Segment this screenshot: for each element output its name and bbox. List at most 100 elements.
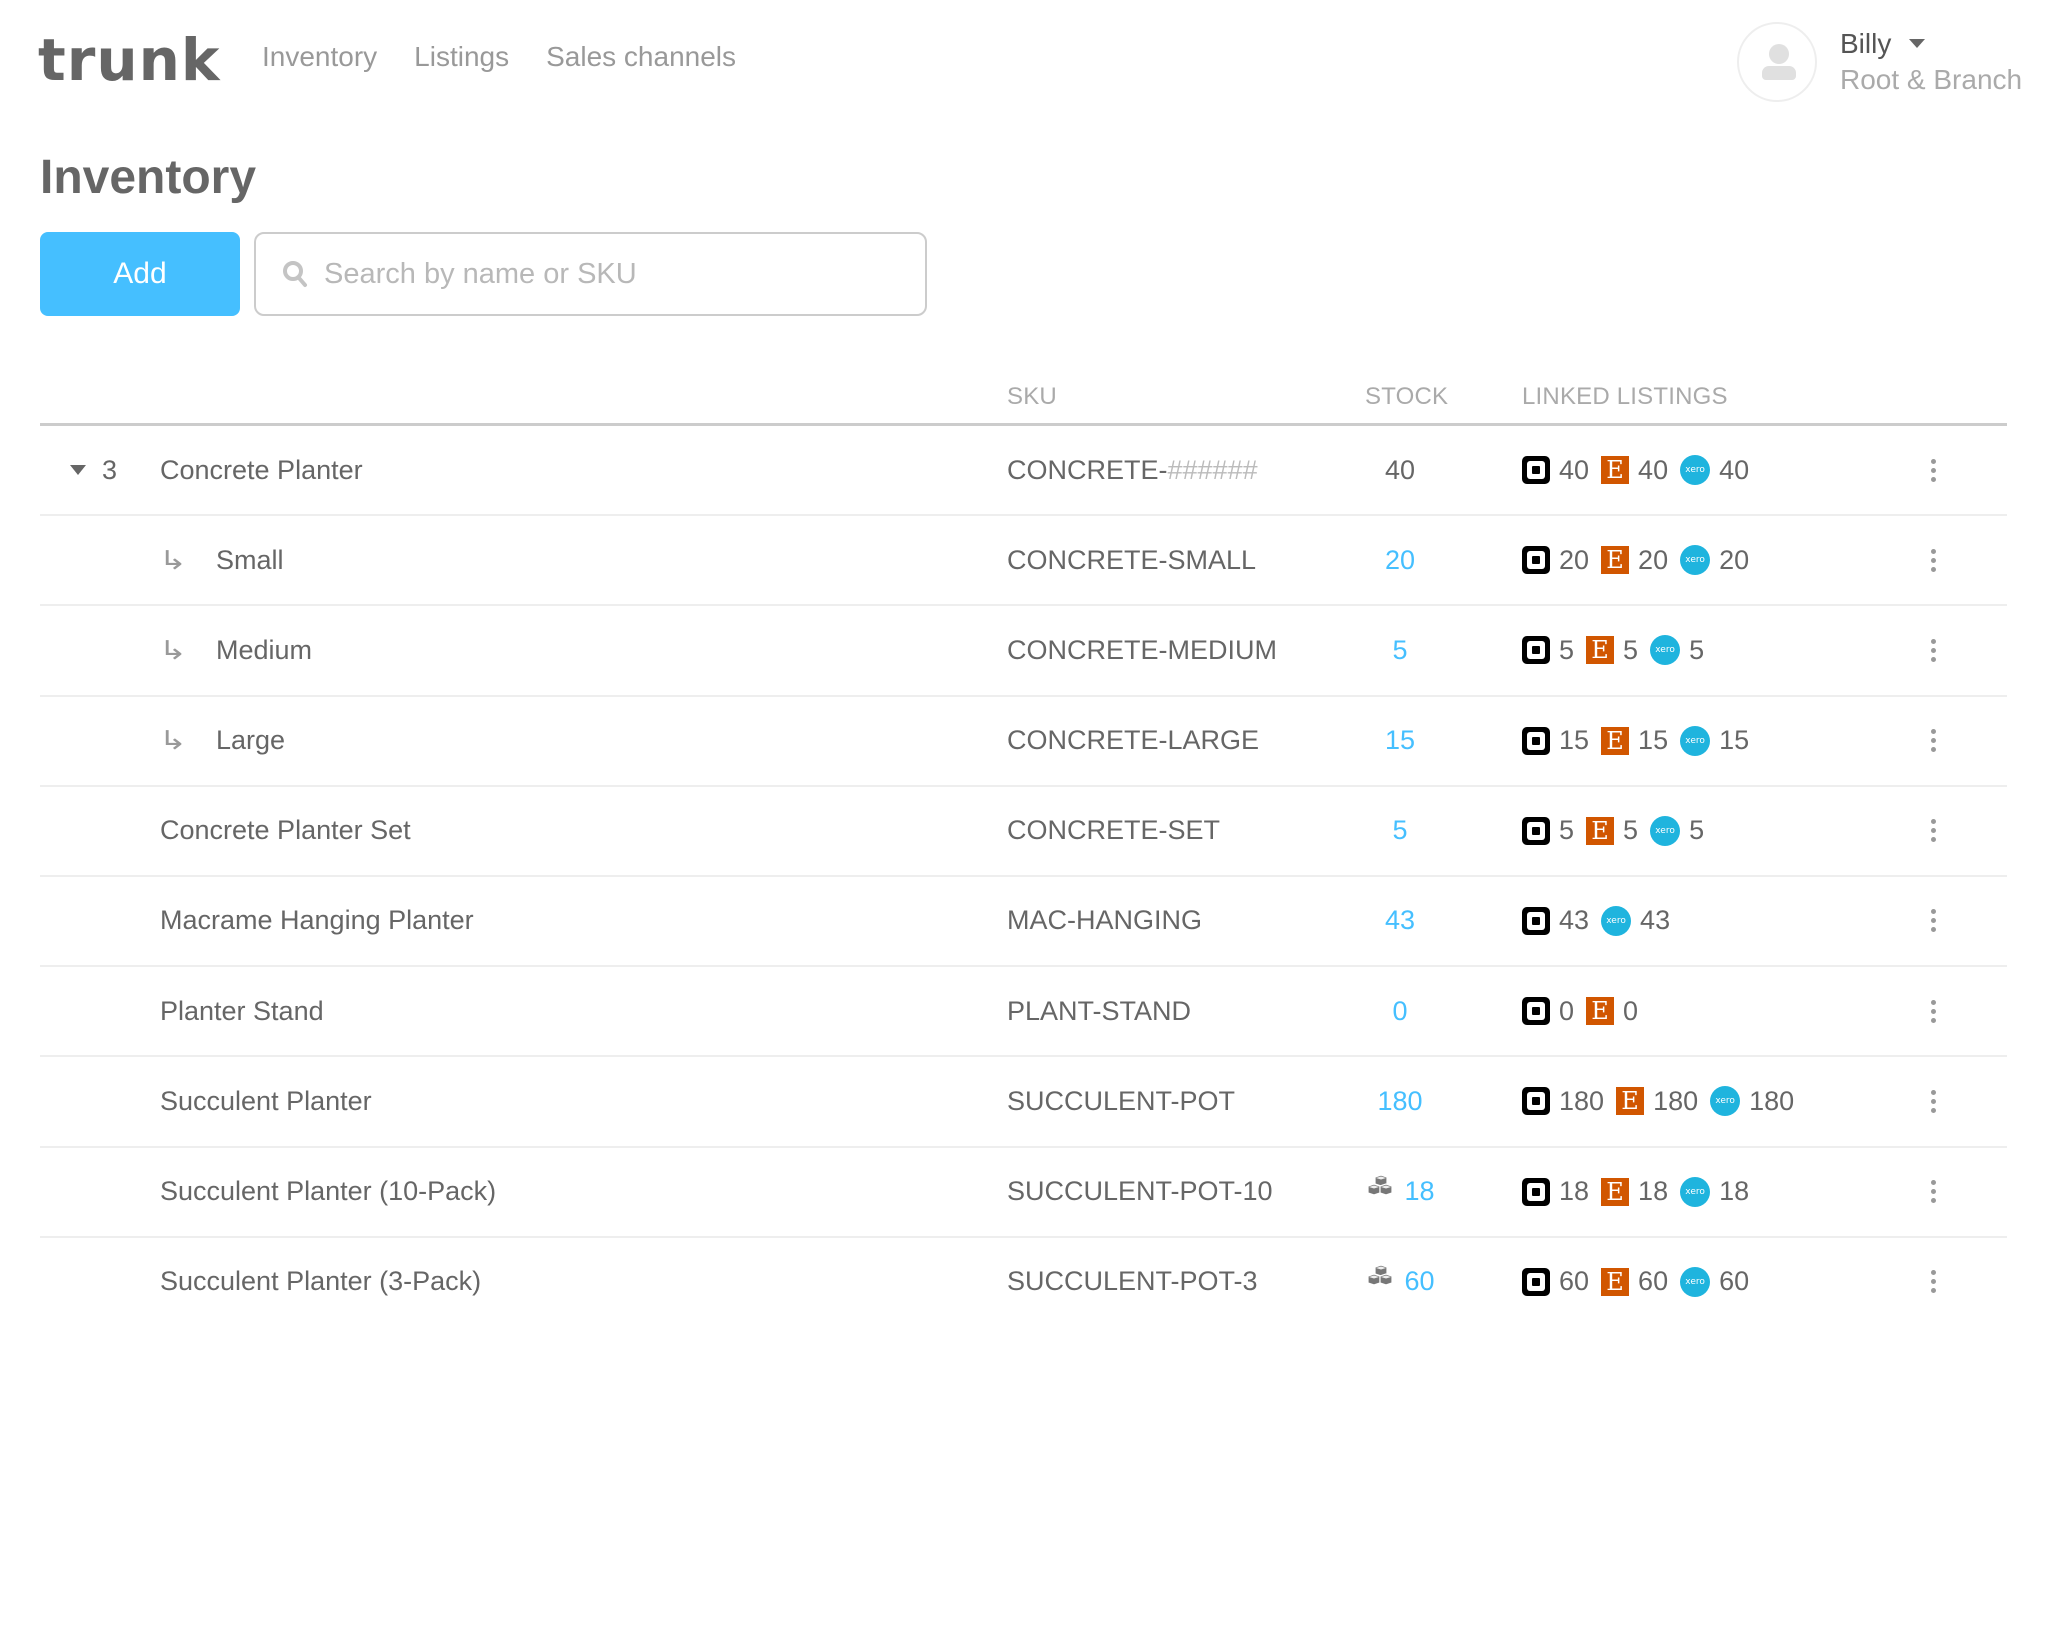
etsy-icon[interactable]: E <box>1586 997 1615 1026</box>
linked-listing-xero[interactable]: xero 18 <box>1680 1176 1749 1207</box>
linked-listing-etsy[interactable]: E 18 <box>1601 1176 1668 1207</box>
linked-listing-xero[interactable]: xero 43 <box>1601 905 1670 936</box>
xero-icon[interactable]: xero <box>1680 455 1711 485</box>
row-menu-button[interactable] <box>1923 787 1943 875</box>
user-menu[interactable]: Billy Root & Branch <box>1737 22 2022 102</box>
linked-listing-square[interactable]: 5 <box>1522 815 1574 846</box>
item-name[interactable]: Succulent Planter (3-Pack) <box>160 1238 481 1326</box>
etsy-icon[interactable]: E <box>1601 1177 1630 1206</box>
square-pos-icon[interactable] <box>1522 546 1550 575</box>
etsy-icon[interactable]: E <box>1616 1087 1645 1116</box>
variant-row[interactable]: ↳ Small CONCRETE-SMALL 20 20 E 20 xero 20 <box>40 516 2007 607</box>
variant-row[interactable]: ↳ Large CONCRETE-LARGE 15 15 E 15 xero 15 <box>40 697 2007 787</box>
caret-down-icon[interactable] <box>1909 38 1926 48</box>
etsy-icon[interactable]: E <box>1601 1267 1630 1296</box>
stock-value[interactable]: 5 <box>1392 815 1407 846</box>
etsy-icon[interactable]: E <box>1586 816 1615 845</box>
item-name[interactable]: Macrame Hanging Planter <box>160 877 474 965</box>
caret-down-icon[interactable] <box>70 465 86 475</box>
table-row[interactable]: Succulent Planter (10-Pack) SUCCULENT-POT… <box>40 1148 2007 1238</box>
row-menu-button[interactable] <box>1923 697 1943 785</box>
linked-listing-etsy[interactable]: E 40 <box>1601 455 1668 486</box>
linked-listing-etsy[interactable]: E5 <box>1586 635 1638 666</box>
nav-inventory[interactable]: Inventory <box>262 38 377 76</box>
user-name-toggle[interactable]: Billy <box>1840 26 2022 62</box>
stock-value[interactable]: 15 <box>1385 725 1415 756</box>
item-name[interactable]: Concrete Planter Set <box>160 787 411 875</box>
row-menu-button[interactable] <box>1923 426 1943 514</box>
linked-listing-etsy[interactable]: E 15 <box>1601 725 1668 756</box>
item-name[interactable]: Concrete Planter <box>160 426 363 514</box>
linked-listing-square[interactable]: 60 <box>1522 1266 1589 1297</box>
xero-icon[interactable]: xero <box>1650 635 1681 666</box>
xero-icon[interactable]: xero <box>1680 545 1711 576</box>
row-menu-button[interactable] <box>1923 1057 1943 1145</box>
xero-icon[interactable]: xero <box>1601 905 1632 936</box>
table-row[interactable]: 3 Concrete Planter CONCRETE- ###### 40 40 E 40 x… <box>40 426 2007 517</box>
linked-listing-etsy[interactable]: E5 <box>1586 815 1638 846</box>
linked-listing-square[interactable]: 43 <box>1522 905 1589 936</box>
linked-listing-square[interactable]: 40 <box>1522 455 1589 486</box>
linked-listing-etsy[interactable]: E 60 <box>1601 1266 1668 1297</box>
add-button[interactable]: Add <box>40 232 240 316</box>
row-menu-button[interactable] <box>1923 606 1943 694</box>
square-pos-icon[interactable] <box>1522 997 1550 1026</box>
xero-icon[interactable]: xero <box>1680 1266 1711 1297</box>
item-name[interactable]: Planter Stand <box>160 967 324 1055</box>
stock-value[interactable]: 0 <box>1392 996 1407 1027</box>
kebab-menu-icon[interactable] <box>1930 819 1936 843</box>
row-menu-button[interactable] <box>1923 1148 1943 1236</box>
table-row[interactable]: Concrete Planter Set CONCRETE-SET 5 5 E 5 xero… <box>40 787 2007 877</box>
search-input[interactable] <box>324 257 904 291</box>
item-name[interactable]: Succulent Planter (10-Pack) <box>160 1148 496 1236</box>
square-pos-icon[interactable] <box>1522 726 1550 755</box>
variant-row[interactable]: ↳ Medium CONCRETE-MEDIUM 5 5 E 5 xero 5 <box>40 606 2007 697</box>
square-pos-icon[interactable] <box>1522 1267 1550 1296</box>
variant-name[interactable]: Small <box>216 516 284 604</box>
search-box[interactable] <box>254 232 927 316</box>
xero-icon[interactable]: xero <box>1680 1176 1711 1207</box>
xero-icon[interactable]: xero <box>1710 1086 1741 1117</box>
linked-listing-square[interactable]: 18 <box>1522 1176 1589 1207</box>
square-pos-icon[interactable] <box>1522 1087 1550 1116</box>
table-row[interactable]: Succulent Planter SUCCULENT-POT 180 180 E 180… <box>40 1057 2007 1148</box>
table-row[interactable]: Macrame Hanging Planter MAC-HANGING 43 43 xe… <box>40 877 2007 968</box>
linked-listing-xero[interactable]: xero 5 <box>1650 635 1704 666</box>
kebab-menu-icon[interactable] <box>1930 638 1936 662</box>
linked-listing-square[interactable]: 180 <box>1522 1086 1604 1117</box>
linked-listing-etsy[interactable]: E 20 <box>1601 545 1668 576</box>
square-pos-icon[interactable] <box>1522 456 1550 484</box>
linked-listing-xero[interactable]: xero 40 <box>1680 455 1749 486</box>
stock-value[interactable]: 18 <box>1404 1176 1434 1207</box>
kebab-menu-icon[interactable] <box>1930 909 1936 933</box>
column-header-sku[interactable]: SKU <box>1007 382 1057 412</box>
xero-icon[interactable]: xero <box>1680 725 1711 756</box>
linked-listing-square[interactable]: 0 <box>1522 996 1574 1027</box>
row-menu-button[interactable] <box>1923 967 1943 1055</box>
linked-listing-square[interactable]: 20 <box>1522 545 1589 576</box>
stock-value[interactable]: 180 <box>1377 1086 1422 1117</box>
nav-sales-channels[interactable]: Sales channels <box>546 38 736 76</box>
variant-name[interactable]: Large <box>216 697 285 785</box>
kebab-menu-icon[interactable] <box>1930 548 1936 572</box>
item-name[interactable]: Succulent Planter <box>160 1057 372 1145</box>
etsy-icon[interactable]: E <box>1586 636 1615 665</box>
square-pos-icon[interactable] <box>1522 636 1550 665</box>
stock-value[interactable]: 5 <box>1392 635 1407 666</box>
etsy-icon[interactable]: E <box>1601 726 1630 755</box>
kebab-menu-icon[interactable] <box>1930 1180 1936 1203</box>
row-menu-button[interactable] <box>1923 1238 1943 1326</box>
column-header-stock[interactable]: STOCK <box>1365 382 1448 412</box>
linked-listing-xero[interactable]: xero 60 <box>1680 1266 1749 1297</box>
square-pos-icon[interactable] <box>1522 816 1550 845</box>
linked-listing-etsy[interactable]: E 180 <box>1616 1086 1698 1117</box>
linked-listing-square[interactable]: 5 <box>1522 635 1574 666</box>
kebab-menu-icon[interactable] <box>1930 1089 1936 1113</box>
stock-value[interactable]: 43 <box>1385 905 1415 936</box>
row-menu-button[interactable] <box>1923 516 1943 604</box>
linked-listing-xero[interactable]: xero 5 <box>1650 815 1704 846</box>
kebab-menu-icon[interactable] <box>1930 999 1936 1023</box>
avatar[interactable] <box>1737 22 1817 102</box>
variant-name[interactable]: Medium <box>216 606 312 694</box>
etsy-icon[interactable]: E <box>1601 546 1630 575</box>
